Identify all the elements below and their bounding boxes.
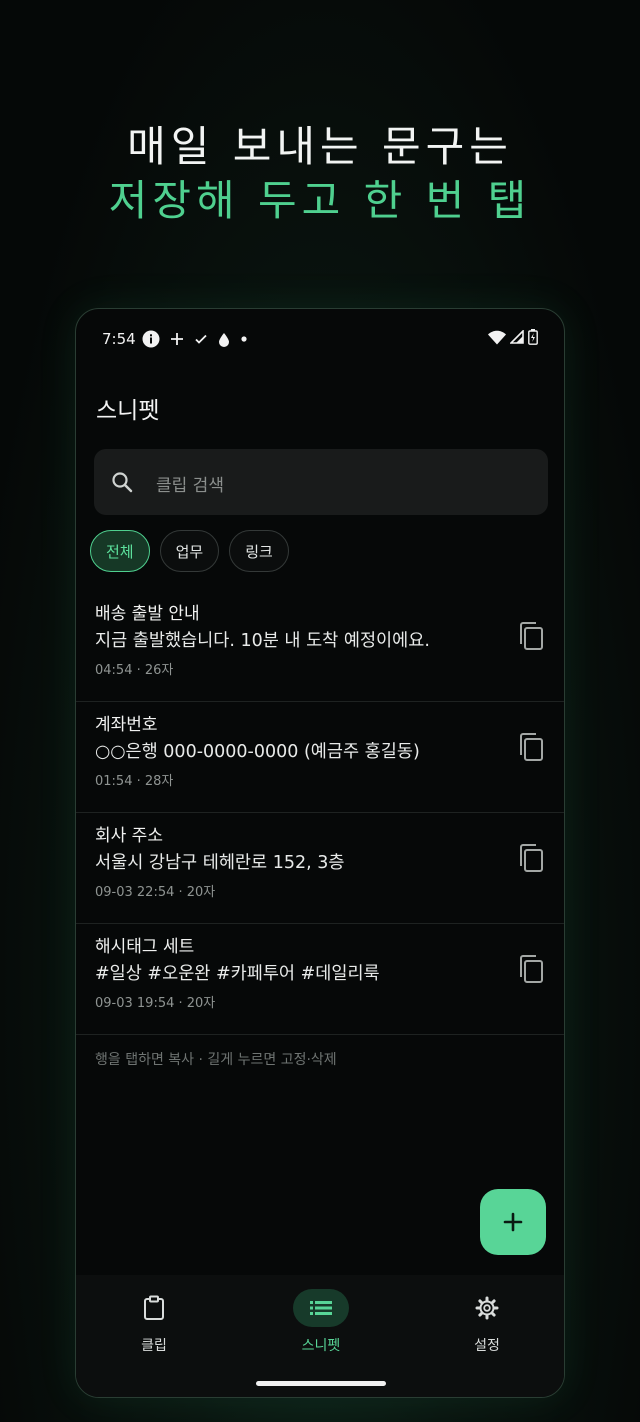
usage-hint: 행을 탭하면 복사 · 길게 누르면 고정·삭제 <box>95 1052 337 1068</box>
nav-icon-wrap <box>459 1289 515 1327</box>
snippet-body: 지금 출발했습니다. 10분 내 도착 예정이에요. <box>95 631 430 651</box>
gesture-handle <box>256 1381 386 1386</box>
info-icon <box>142 330 160 348</box>
plus-icon <box>503 1212 523 1232</box>
headline-line-1: 매일 보내는 문구는 <box>127 122 513 171</box>
copy-icon[interactable] <box>518 843 544 873</box>
snippet-meta: 01:54 · 28자 <box>95 774 174 789</box>
search-input[interactable]: 클립 검색 <box>156 471 224 496</box>
wifi-icon <box>488 330 506 344</box>
copy-icon[interactable] <box>518 954 544 984</box>
nav-item-snippets[interactable]: 스니펫 <box>271 1289 371 1359</box>
nav-item-clips[interactable]: 클립 <box>104 1289 204 1359</box>
page-title: 스니펫 <box>96 398 160 424</box>
snippet-body: #일상 #오운완 #카페투어 #데일리룩 <box>95 964 380 984</box>
drop-icon <box>219 332 229 347</box>
nav-item-settings[interactable]: 설정 <box>437 1289 537 1359</box>
check-icon <box>195 334 207 344</box>
snippet-list: 배송 출발 안내 지금 출발했습니다. 10분 내 도착 예정이에요. 04:5… <box>76 591 564 1035</box>
snippet-title: 배송 출발 안내 <box>95 604 200 624</box>
snippet-title: 해시태그 세트 <box>95 937 195 957</box>
nav-icon-wrap <box>293 1289 349 1327</box>
snippet-meta: 09-03 22:54 · 20자 <box>95 885 216 900</box>
filter-chip-link[interactable]: 링크 <box>229 530 289 572</box>
search-icon <box>112 472 133 493</box>
snippet-row[interactable]: 회사 주소 서울시 강남구 테헤란로 152, 3층 09-03 22:54 ·… <box>76 813 564 924</box>
snippet-meta: 09-03 19:54 · 20자 <box>95 996 216 1011</box>
snippet-title: 계좌번호 <box>95 715 158 735</box>
filter-chip-all[interactable]: 전체 <box>90 530 150 572</box>
bottom-navigation: 클립 스니펫 설정 <box>76 1275 564 1397</box>
filter-chips: 전체 업무 링크 <box>90 530 289 572</box>
list-icon <box>310 1301 332 1315</box>
signal-icon <box>510 330 524 344</box>
snippet-meta: 04:54 · 26자 <box>95 663 174 678</box>
snippet-row[interactable]: 계좌번호 ○○은행 000-0000-0000 (예금주 홍길동) 01:54 … <box>76 702 564 813</box>
headline-line-2: 저장해 두고 한 번 탭 <box>108 176 532 225</box>
status-time: 7:54 <box>102 330 136 348</box>
dot-icon <box>241 336 247 342</box>
snippet-row[interactable]: 해시태그 세트 #일상 #오운완 #카페투어 #데일리룩 09-03 19:54… <box>76 924 564 1035</box>
nav-icon-wrap <box>126 1289 182 1327</box>
nav-label: 클립 <box>141 1338 167 1354</box>
filter-chip-work[interactable]: 업무 <box>159 530 220 572</box>
snippet-row[interactable]: 배송 출발 안내 지금 출발했습니다. 10분 내 도착 예정이에요. 04:5… <box>76 591 564 702</box>
snippet-body: ○○은행 000-0000-0000 (예금주 홍길동) <box>95 742 420 762</box>
search-bar[interactable]: 클립 검색 <box>94 449 548 515</box>
status-bar: 7:54 <box>76 309 564 367</box>
add-snippet-button[interactable] <box>480 1189 546 1255</box>
plus-small-icon <box>171 333 183 345</box>
nav-label: 스니펫 <box>301 1338 341 1354</box>
copy-icon[interactable] <box>518 732 544 762</box>
battery-icon <box>528 329 538 345</box>
gear-icon <box>475 1296 499 1320</box>
phone-frame: 7:54 스니펫 클립 검색 전체 업무 링크 배송 출발 안내 지금 출발했습… <box>75 308 565 1398</box>
clipboard-icon <box>144 1295 164 1320</box>
copy-icon[interactable] <box>518 621 544 651</box>
system-icons <box>488 329 538 345</box>
nav-label: 설정 <box>474 1338 500 1354</box>
notification-icons <box>142 329 248 349</box>
snippet-title: 회사 주소 <box>95 826 163 846</box>
snippet-body: 서울시 강남구 테헤란로 152, 3층 <box>95 853 345 873</box>
